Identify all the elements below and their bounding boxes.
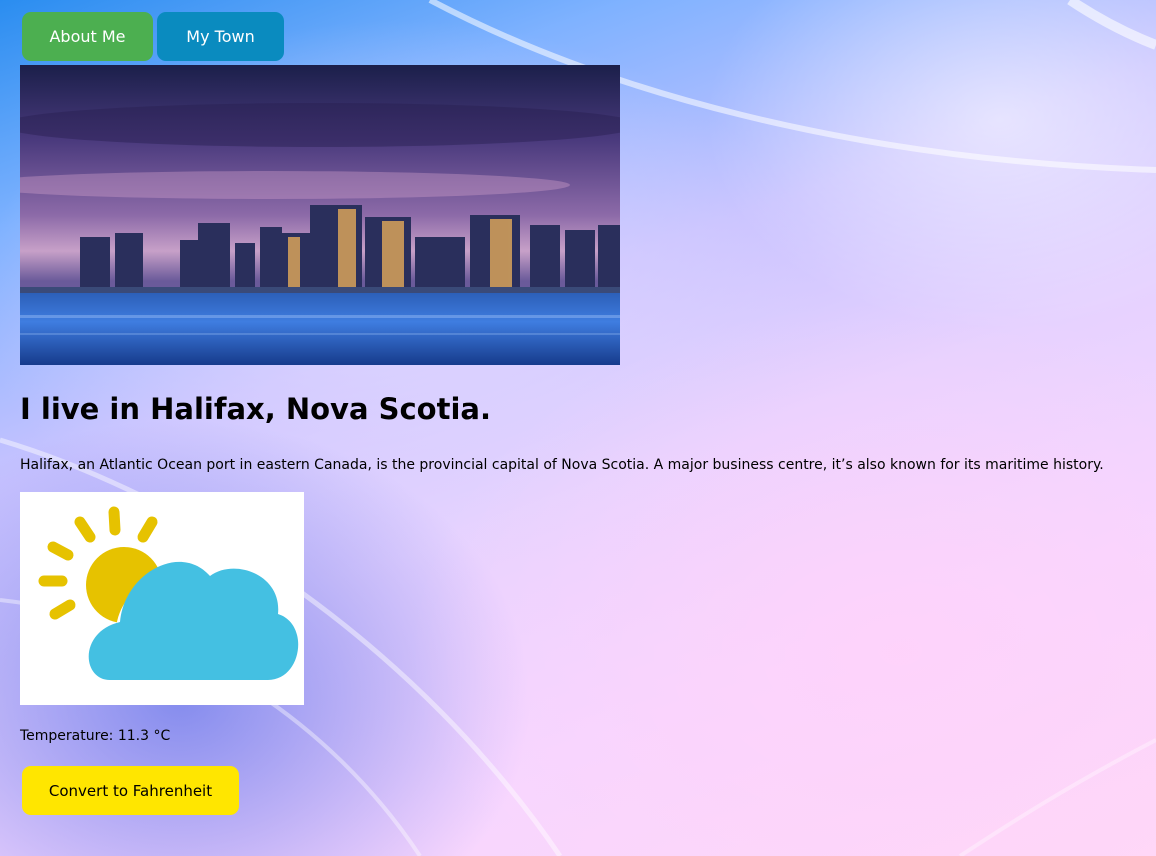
halifax-skyline-image [20,65,620,365]
convert-to-fahrenheit-button[interactable]: Convert to Fahrenheit [22,766,239,815]
town-headline: I live in Halifax, Nova Scotia. [20,392,491,426]
my-town-button[interactable]: My Town [157,12,284,61]
about-me-button[interactable]: About Me [22,12,153,61]
town-description: Halifax, an Atlantic Ocean port in easte… [20,457,1104,473]
top-nav: About Me My Town [22,12,284,61]
temperature-readout: Temperature: 11.3 °C [20,728,171,744]
partly-cloudy-icon [20,492,304,705]
